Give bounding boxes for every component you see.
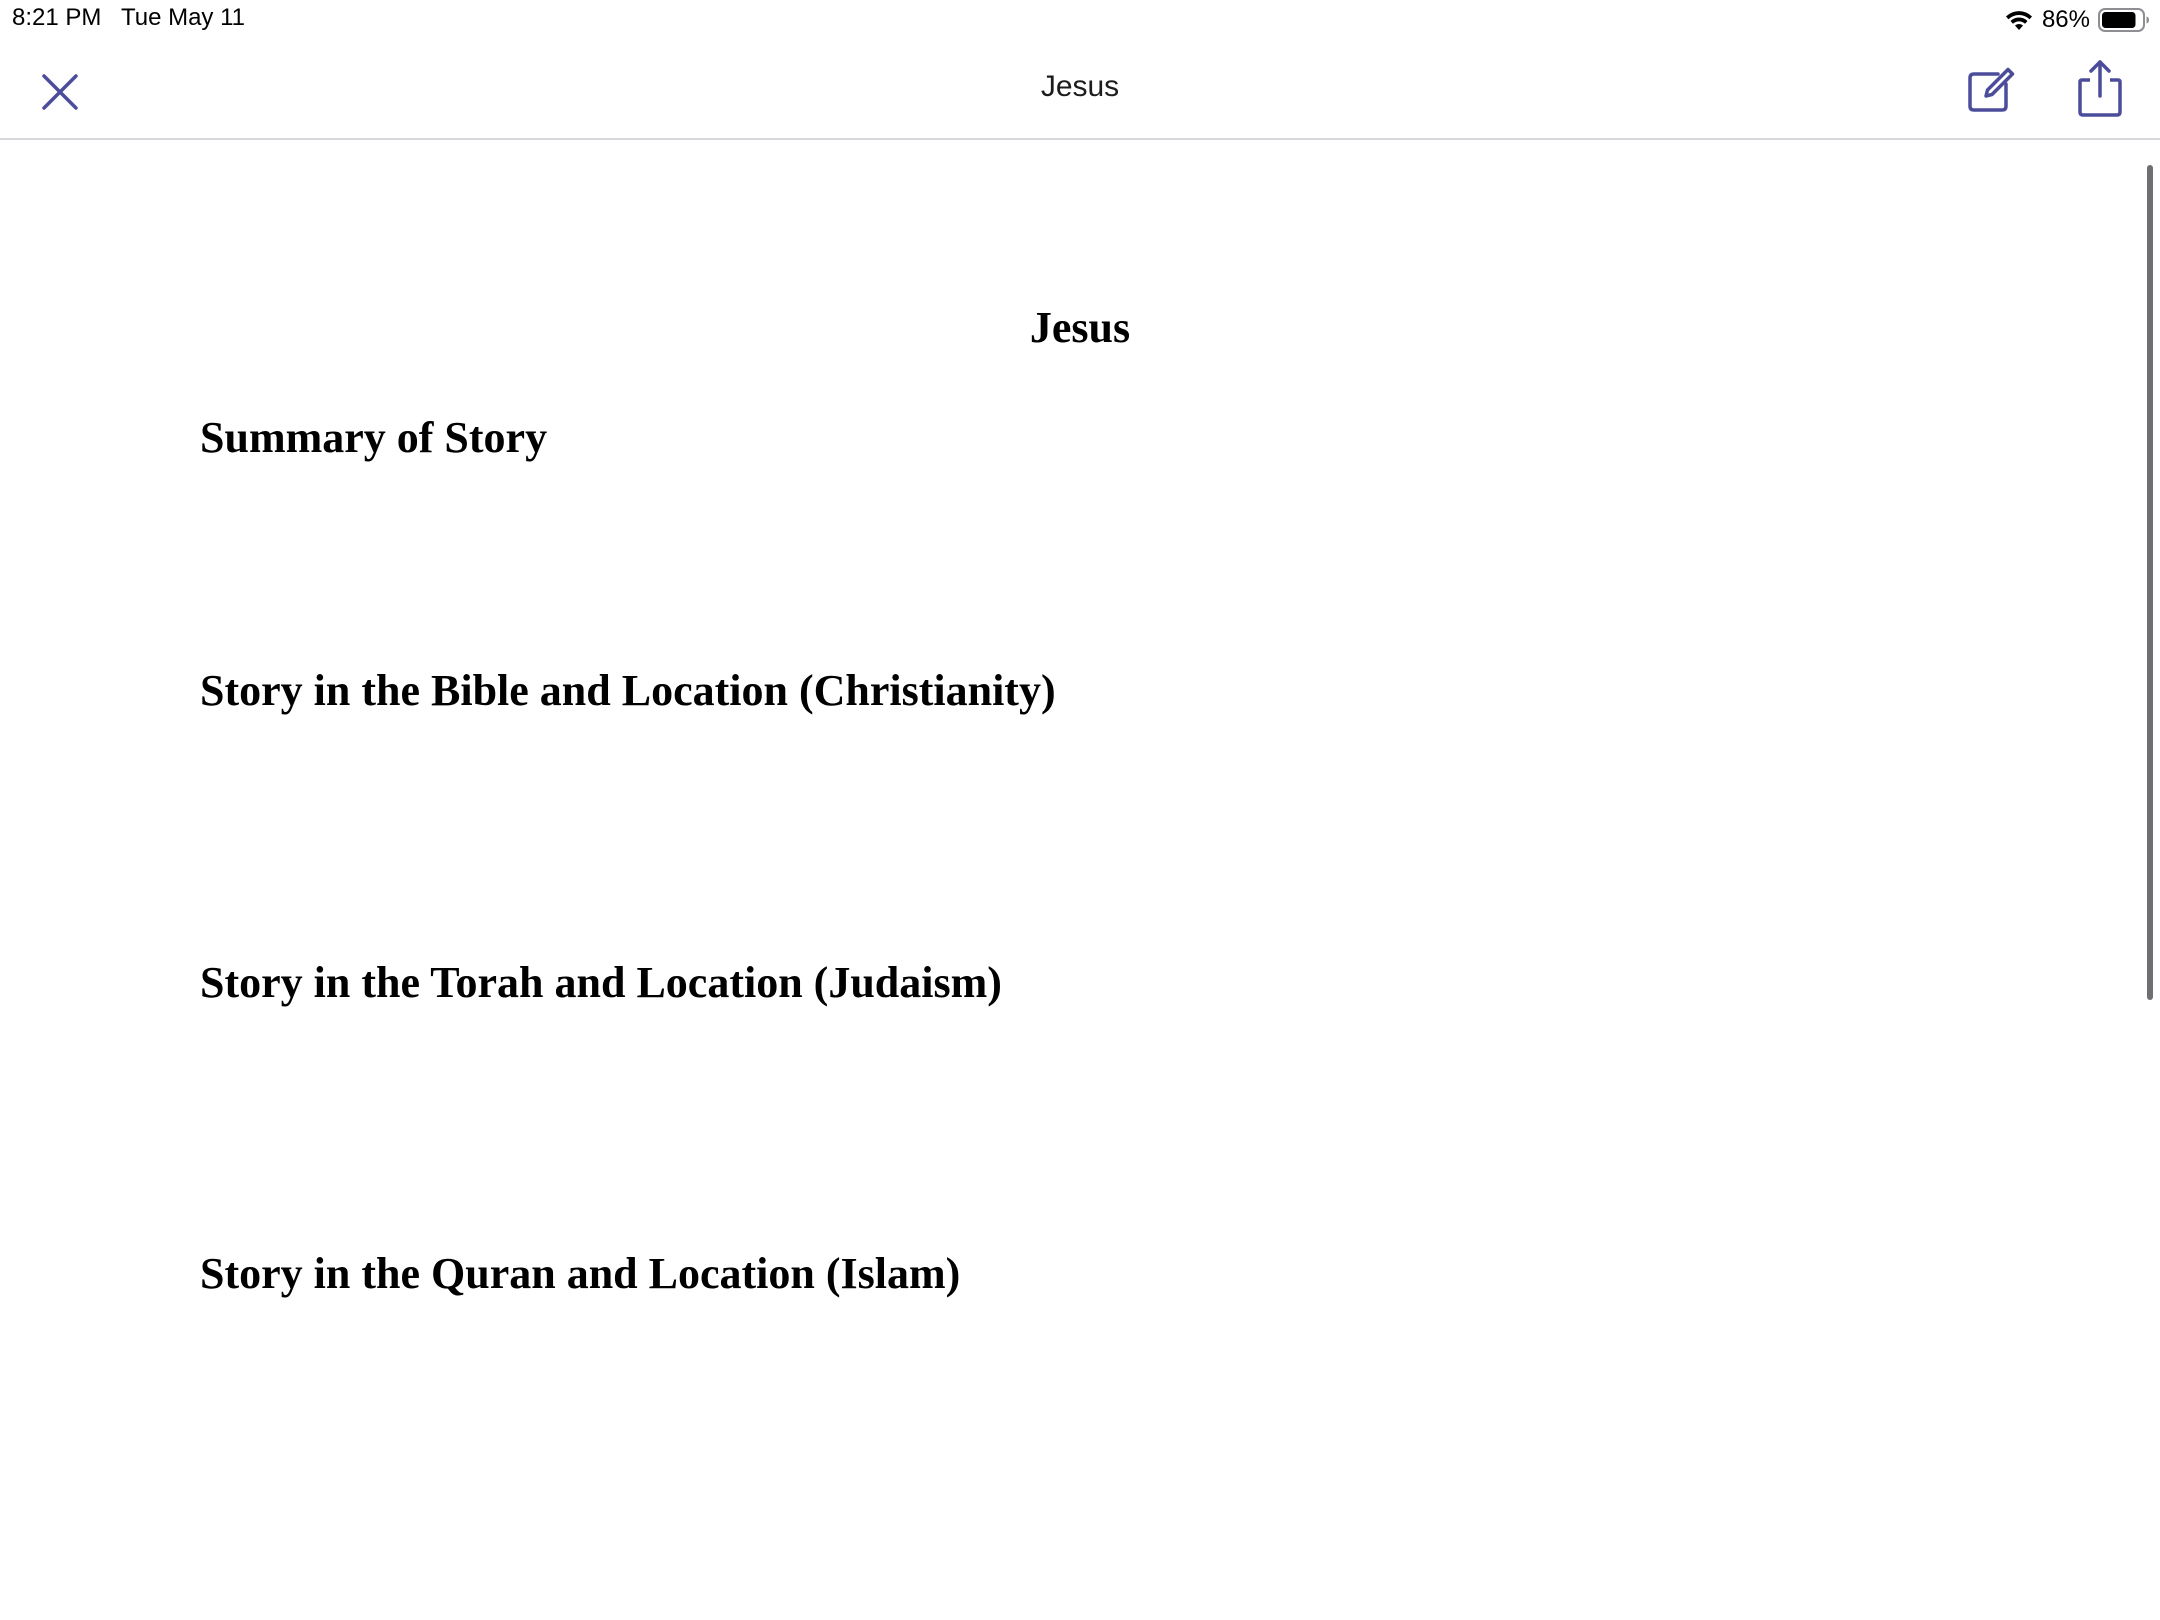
heading-quran: Story in the Quran and Location (Islam) (200, 1249, 961, 1298)
nav-title: Jesus (1040, 70, 1120, 103)
status-indicators: 86% (2004, 4, 2150, 36)
screen: 8:21 PM Tue May 11 86% Jesus Jesus Summa… (0, 0, 2160, 1620)
document-view: Jesus Summary of Story Story in the Bibl… (0, 142, 2160, 1620)
status-bar: 8:21 PM Tue May 11 86% (0, 0, 2160, 40)
heading-bible: Story in the Bible and Location (Christi… (200, 666, 1056, 715)
wifi-icon (2005, 11, 2032, 30)
compose-icon[interactable] (1962, 62, 2018, 118)
scrollbar[interactable] (2147, 165, 2153, 1000)
heading-summary: Summary of Story (200, 413, 548, 462)
document-title: Jesus (1029, 303, 1131, 352)
navigation-bar: Jesus (0, 40, 2160, 140)
share-icon[interactable] (2072, 58, 2128, 118)
battery-icon (2098, 8, 2149, 32)
battery-percent: 86% (2041, 6, 2090, 33)
status-time: 8:21 PM Tue May 11 (12, 4, 246, 31)
heading-torah: Story in the Torah and Location (Judaism… (200, 958, 1002, 1007)
